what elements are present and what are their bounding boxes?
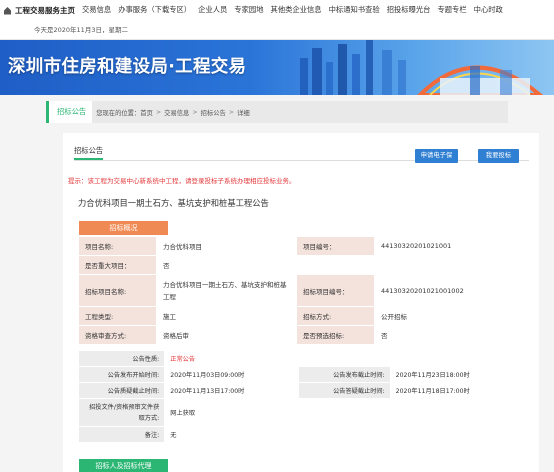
breadcrumb-tender-notice[interactable]: 招标公告: [201, 108, 226, 117]
overview-heading: 招标概况: [79, 221, 168, 235]
overview-label: 工程类型:: [78, 306, 157, 326]
overview-value: 力合优科项目: [156, 236, 297, 256]
overview-label: 是否预选招标:: [296, 325, 375, 345]
breadcrumb-home[interactable]: 首页: [140, 108, 153, 117]
notice-value: 2020年11月18日17:00时: [389, 382, 525, 399]
table-row: 公告性质: 正常公告: [77, 350, 524, 367]
date-bar: 今天是2020年11月3日，星期二: [0, 20, 554, 40]
nav-item-award-notice-check[interactable]: 中标通知书查验: [329, 5, 380, 15]
overview-label: 是否重大项目：: [78, 255, 157, 275]
nav-item-services[interactable]: 办事服务（下载专区）: [118, 5, 191, 15]
notice-label: 公告发布截止时间:: [297, 366, 391, 383]
breadcrumb-separator: >: [155, 108, 162, 116]
nav-item-enterprise-staff[interactable]: 企业人员: [198, 5, 227, 15]
notice-label: 招投文件/资格预审文件获取方式:: [77, 398, 166, 427]
overview-value: 44130320201021001002: [374, 274, 524, 307]
table-row: 公告发布开始时间: 2020年11月03日09:00时 公告发布截止时间: 20…: [77, 366, 525, 383]
overview-value: 施工: [156, 306, 297, 326]
panel-divider: [74, 160, 529, 161]
notice-label: 公告质疑截止时间:: [77, 382, 166, 399]
breadcrumb-section-tag: 招标公告: [46, 101, 93, 123]
breadcrumb-separator: >: [192, 108, 198, 116]
table-row: 项目名称: 力合优科项目 项目编号： 44130320201021001: [78, 236, 524, 256]
overview-label: 招标项目编号：: [296, 274, 375, 307]
nav-item-special-topics[interactable]: 专题专栏: [437, 5, 466, 15]
system-tip: 提示：该工程为交易中心新系统中工程，请登录投标子系统办理相应投标业务。: [68, 177, 296, 185]
overview-value: 否: [374, 325, 524, 345]
notice-value: 2020年11月03日09:00时: [164, 366, 299, 383]
nav-item-other-enterprise[interactable]: 其他类企业信息: [271, 5, 322, 15]
notice-value: 网上获取: [164, 398, 524, 427]
breadcrumb-separator: >: [228, 108, 235, 116]
breadcrumb-detail: 详细: [237, 109, 250, 117]
notice-panel: 招标公告 申请电子保函 我要投标 提示：该工程为交易中心新系统中工程，请登录投标…: [63, 133, 539, 472]
nav-item-experts[interactable]: 专家园地: [234, 5, 263, 15]
overview-value: 公开招标: [374, 306, 524, 326]
table-row: 工程类型: 施工 招标方式: 公开招标: [78, 306, 524, 326]
overview-value: 资格后审: [156, 325, 297, 345]
overview-label: 招标方式:: [296, 306, 375, 326]
home-link-label: 工程交易服务主页: [15, 5, 75, 15]
overview-empty-cell: [296, 255, 524, 275]
notice-info-table: 公告性质: 正常公告 公告发布开始时间: 2020年11月03日09:00时 公…: [77, 350, 525, 443]
tenderer-agent-heading: 招标人及招标代理: [79, 459, 168, 472]
bid-button[interactable]: 我要投标: [478, 149, 519, 163]
home-link[interactable]: 工程交易服务主页: [0, 5, 75, 16]
overview-label: 资格审查方式:: [78, 325, 157, 345]
table-row: 招标项目名称: 力合优科项目一期土石方、基坑支护和桩基工程 招标项目编号： 44…: [78, 274, 524, 307]
site-banner: 深圳市住房和建设局·工程交易: [0, 40, 554, 95]
notice-status-value: 正常公告: [164, 350, 524, 367]
table-row: 招投文件/资格预审文件获取方式: 网上获取: [77, 398, 524, 427]
table-row: 是否重大项目： 否: [78, 255, 524, 275]
breadcrumb-prefix: 您现在的位置：: [96, 109, 141, 117]
table-row: 备注: 无: [77, 426, 524, 443]
overview-label: 招标项目名称:: [78, 274, 157, 307]
overview-label: 项目名称:: [78, 236, 157, 256]
notice-label: 备注:: [77, 426, 166, 443]
notice-value: 2020年11月13日17:00时: [164, 382, 299, 399]
table-row: 资格审查方式: 资格后审 是否预选招标: 否: [78, 325, 524, 345]
table-row: 公告质疑截止时间: 2020年11月13日17:00时 公告答疑截止时间: 20…: [77, 382, 525, 399]
breadcrumb-trade-info[interactable]: 交易信息: [164, 108, 189, 117]
overview-label: 项目编号：: [296, 236, 375, 256]
nav-item-exposure[interactable]: 招投标曝光台: [387, 5, 431, 15]
apply-guarantee-button[interactable]: 申请电子保函: [415, 149, 458, 173]
notice-value: 无: [164, 426, 524, 443]
nav-item-trade-info[interactable]: 交易信息: [82, 5, 111, 15]
notice-label: 公告发布开始时间:: [77, 366, 166, 383]
home-icon: [3, 6, 12, 15]
tab-tender-notice[interactable]: 招标公告: [74, 146, 104, 160]
top-navigation: 工程交易服务主页 交易信息 办事服务（下载专区） 企业人员 专家园地 其他类企业…: [0, 0, 554, 20]
notice-value: 2020年11月23日18:00时: [389, 366, 525, 383]
banner-title: 深圳市住房和建设局·工程交易: [8, 57, 247, 77]
breadcrumb: 招标公告 您现在的位置： 首页 > 交易信息 > 招标公告 > 详细: [46, 101, 508, 123]
overview-value: 否: [156, 255, 297, 275]
nav-item-center-news[interactable]: 中心时政: [474, 5, 503, 15]
project-title: 力合优科项目一期土石方、基坑支护和桩基工程公告: [78, 198, 269, 208]
notice-label: 公告性质:: [77, 350, 166, 367]
overview-table: 项目名称: 力合优科项目 项目编号： 44130320201021001 是否重…: [78, 236, 524, 345]
notice-label: 公告答疑截止时间:: [297, 382, 391, 399]
overview-value: 44130320201021001: [374, 236, 524, 256]
overview-value: 力合优科项目一期土石方、基坑支护和桩基工程: [156, 274, 297, 307]
